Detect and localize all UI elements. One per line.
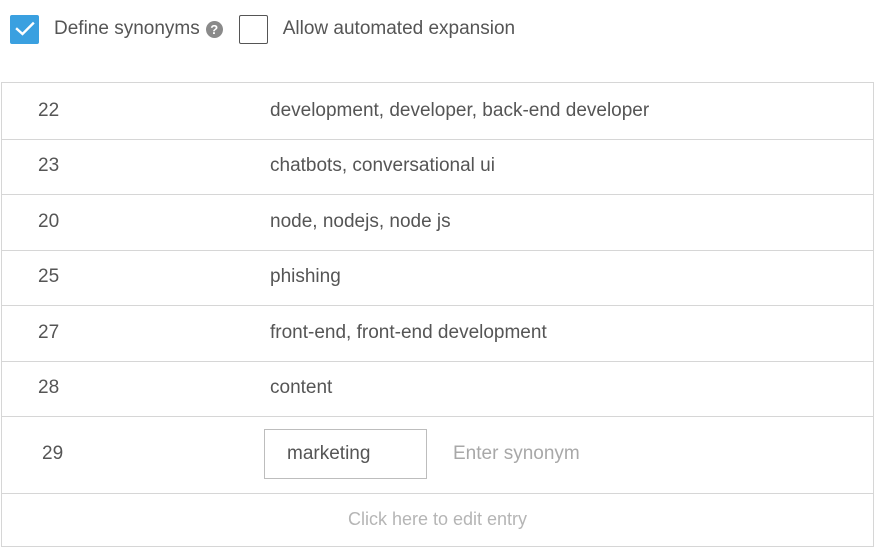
row-synonyms: chatbots, conversational ui bbox=[270, 155, 495, 177]
define-synonyms-label[interactable]: Define synonyms bbox=[54, 18, 200, 40]
edit-entry-button[interactable]: Click here to edit entry bbox=[2, 493, 873, 546]
row-id: 25 bbox=[38, 266, 60, 288]
automated-expansion-label[interactable]: Allow automated expansion bbox=[283, 18, 515, 40]
table-row[interactable]: 23 chatbots, conversational ui bbox=[2, 139, 873, 195]
synonyms-table: 22 development, developer, back-end devel… bbox=[1, 82, 874, 547]
table-row[interactable]: 28 content bbox=[2, 361, 873, 417]
synonym-term-input[interactable]: marketing bbox=[264, 429, 427, 479]
row-id: 23 bbox=[38, 155, 60, 177]
row-id: 22 bbox=[38, 99, 60, 121]
enter-synonym-input[interactable]: Enter synonym bbox=[453, 443, 580, 465]
table-row[interactable]: 25 phishing bbox=[2, 250, 873, 306]
define-synonyms-option[interactable]: Define synonyms ? bbox=[10, 14, 223, 44]
table-row[interactable]: 22 development, developer, back-end devel… bbox=[2, 83, 873, 140]
table-row[interactable]: 27 front-end, front-end development bbox=[2, 305, 873, 362]
row-id: 28 bbox=[38, 377, 60, 399]
define-synonyms-checkbox[interactable] bbox=[10, 14, 39, 44]
row-id: 20 bbox=[38, 210, 60, 232]
edit-row: 29 marketing Enter synonym bbox=[2, 415, 873, 494]
table-row[interactable]: 20 node, nodejs, node js bbox=[2, 194, 873, 251]
row-synonyms: content bbox=[270, 377, 333, 399]
row-synonyms: development, developer, back-end develop… bbox=[270, 99, 650, 121]
row-synonyms: node, nodejs, node js bbox=[270, 210, 451, 232]
question-circle-icon[interactable]: ? bbox=[205, 20, 223, 38]
options-bar: Define synonyms ? Allow automated expans… bbox=[10, 13, 515, 45]
edit-row-id: 29 bbox=[42, 443, 64, 464]
row-synonyms: front-end, front-end development bbox=[270, 321, 547, 343]
checkmark-icon bbox=[14, 21, 35, 36]
synonym-term-value: marketing bbox=[287, 443, 371, 464]
automated-expansion-checkbox[interactable] bbox=[238, 14, 268, 44]
automated-expansion-option[interactable]: Allow automated expansion bbox=[238, 14, 515, 44]
row-synonyms: phishing bbox=[270, 266, 341, 288]
row-id: 27 bbox=[38, 321, 60, 343]
